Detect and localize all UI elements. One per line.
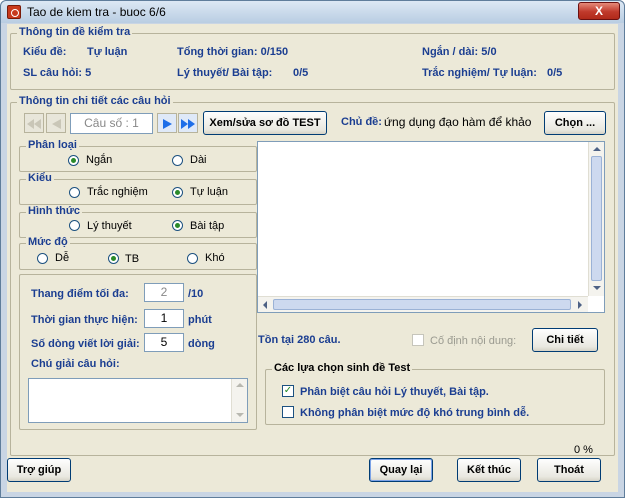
ly-thuyet-radio[interactable] [69,220,80,231]
khong-phan-biet-checkbox[interactable] [282,406,294,418]
ngan-radio[interactable] [68,155,79,166]
tu-luan-radio[interactable] [172,187,183,198]
ngan-dai: Ngắn / dài: 5/0 [422,46,497,58]
hinh-thuc-title: Hình thức [26,205,82,217]
trac-nghiem-radio[interactable] [69,187,80,198]
last-arrow-icon [181,119,188,129]
dialog-window: Tao de kiem tra - buoc 6/6 X Thông tin đ… [0,0,625,498]
chu-de-value: ứng dụng đạo hàm để khảo [384,115,532,129]
chu-giai-scrollbar[interactable] [231,379,247,422]
chon-button[interactable]: Chọn ... [544,111,606,135]
progress-text: 0 % [574,444,593,456]
next-arrow-icon [163,119,172,129]
tu-luan-option-label: Tự luận [190,186,228,198]
prev-arrow-icon [52,119,61,129]
so-dong-unit: dòng [188,338,215,350]
so-dong-input[interactable]: 5 [144,333,184,352]
tb-label: TB [125,253,140,265]
info-group: Thông tin đề kiểm tra [10,26,615,90]
help-button[interactable]: Trợ giúp [7,458,71,482]
first-arrow-icon-2 [34,119,41,129]
khong-phan-biet-label: Không phân biệt mức độ khó trung bình dễ… [300,407,530,419]
first-arrow-icon [27,119,34,129]
ly-thuyet-label: Lý thuyết/ Bài tập: [177,67,273,79]
ton-tai-text: Tồn tại 280 câu. [258,334,341,346]
title-bar[interactable]: Tao de kiem tra - buoc 6/6 X [1,1,624,23]
content-hscroll[interactable] [258,296,588,312]
scroll-up-icon [593,147,601,151]
tb-radio[interactable] [108,253,119,264]
kho-radio[interactable] [187,253,198,264]
hscroll-thumb[interactable] [273,299,571,310]
info-group-title: Thông tin đề kiểm tra [17,26,133,38]
kieu-title: Kiểu [26,172,54,184]
phan-loai-title: Phân loại [26,139,79,151]
scroll-down-icon [593,286,601,290]
thoi-gian-unit: phút [188,314,212,326]
scroll-up-icon [236,383,244,387]
trac-nghiem-value: 0/5 [547,67,563,79]
question-content-area[interactable] [257,141,605,313]
scroll-left-icon [263,301,267,309]
vscroll-thumb[interactable] [591,156,602,281]
tong-thoi-gian: Tổng thời gian: 0/150 [177,46,289,58]
dai-radio[interactable] [172,155,183,166]
chu-giai-textarea[interactable] [28,378,248,423]
phan-biet-label: Phân biệt câu hỏi Lý thuyết, Bài tập. [300,386,489,398]
window-title: Tao de kiem tra - buoc 6/6 [27,5,166,19]
dai-label: Dài [190,154,207,166]
next-question-button[interactable] [157,113,177,133]
kho-label: Khó [205,252,225,264]
trac-nghiem-option-label: Trắc nghiệm [87,186,148,198]
last-arrow-icon-2 [188,119,195,129]
last-question-button[interactable] [178,113,198,133]
chu-giai-label: Chú giải câu hỏi: [31,358,120,370]
thang-diem-unit: /10 [188,288,204,300]
chu-de-label: Chủ đề: [341,116,382,128]
lua-chon-title: Các lựa chọn sinh đề Test [272,362,413,374]
client-area: Thông tin đề kiểm tra Kiểu đề: Tự luận T… [7,24,618,492]
scroll-down-icon [236,413,244,417]
back-button[interactable]: Quay lại [369,458,433,482]
de-label: Dễ [55,252,70,264]
de-radio[interactable] [37,253,48,264]
close-button[interactable]: X [578,2,620,20]
xem-sua-test-button[interactable]: Xem/sửa sơ đồ TEST [203,111,327,135]
co-dinh-label: Cố định nội dung: [430,335,517,347]
chi-tiet-button[interactable]: Chi tiết [532,328,598,352]
phan-loai-group: Phân loại [19,139,257,172]
trac-nghiem-label: Trắc nghiệm/ Tự luận: [422,67,537,79]
thang-diem-label: Thang điểm tối đa: [31,288,129,300]
exit-button[interactable]: Thoát [537,458,601,482]
kieu-de-label: Kiểu đề: [23,46,67,58]
finish-button[interactable]: Kết thúc [457,458,521,482]
sl-cau-hoi: SL câu hỏi: 5 [23,67,92,79]
muc-do-title: Mức độ [26,236,70,248]
thang-diem-input[interactable]: 2 [144,283,184,302]
prev-question-button[interactable] [46,113,66,133]
ly-thuyet-value: 0/5 [293,67,309,79]
thoi-gian-label: Thời gian thực hiện: [31,314,138,326]
question-number-field: Câu số : 1 [70,113,153,134]
bai-tap-option-label: Bài tập [190,220,225,232]
content-vscroll[interactable] [588,142,604,296]
app-icon [7,5,21,19]
kieu-de-value: Tự luận [87,46,128,58]
thoi-gian-input[interactable]: 1 [144,309,184,328]
ngan-label: Ngắn [86,154,113,166]
detail-group-title: Thông tin chi tiết các câu hỏi [17,95,173,107]
scroll-right-icon [578,301,582,309]
bai-tap-radio[interactable] [172,220,183,231]
first-question-button[interactable] [24,113,44,133]
co-dinh-checkbox[interactable] [412,334,424,346]
phan-biet-checkbox[interactable]: ✓ [282,385,294,397]
ly-thuyet-option-label: Lý thuyết [87,220,132,232]
so-dong-label: Số dòng viết lời giải: [31,338,140,350]
